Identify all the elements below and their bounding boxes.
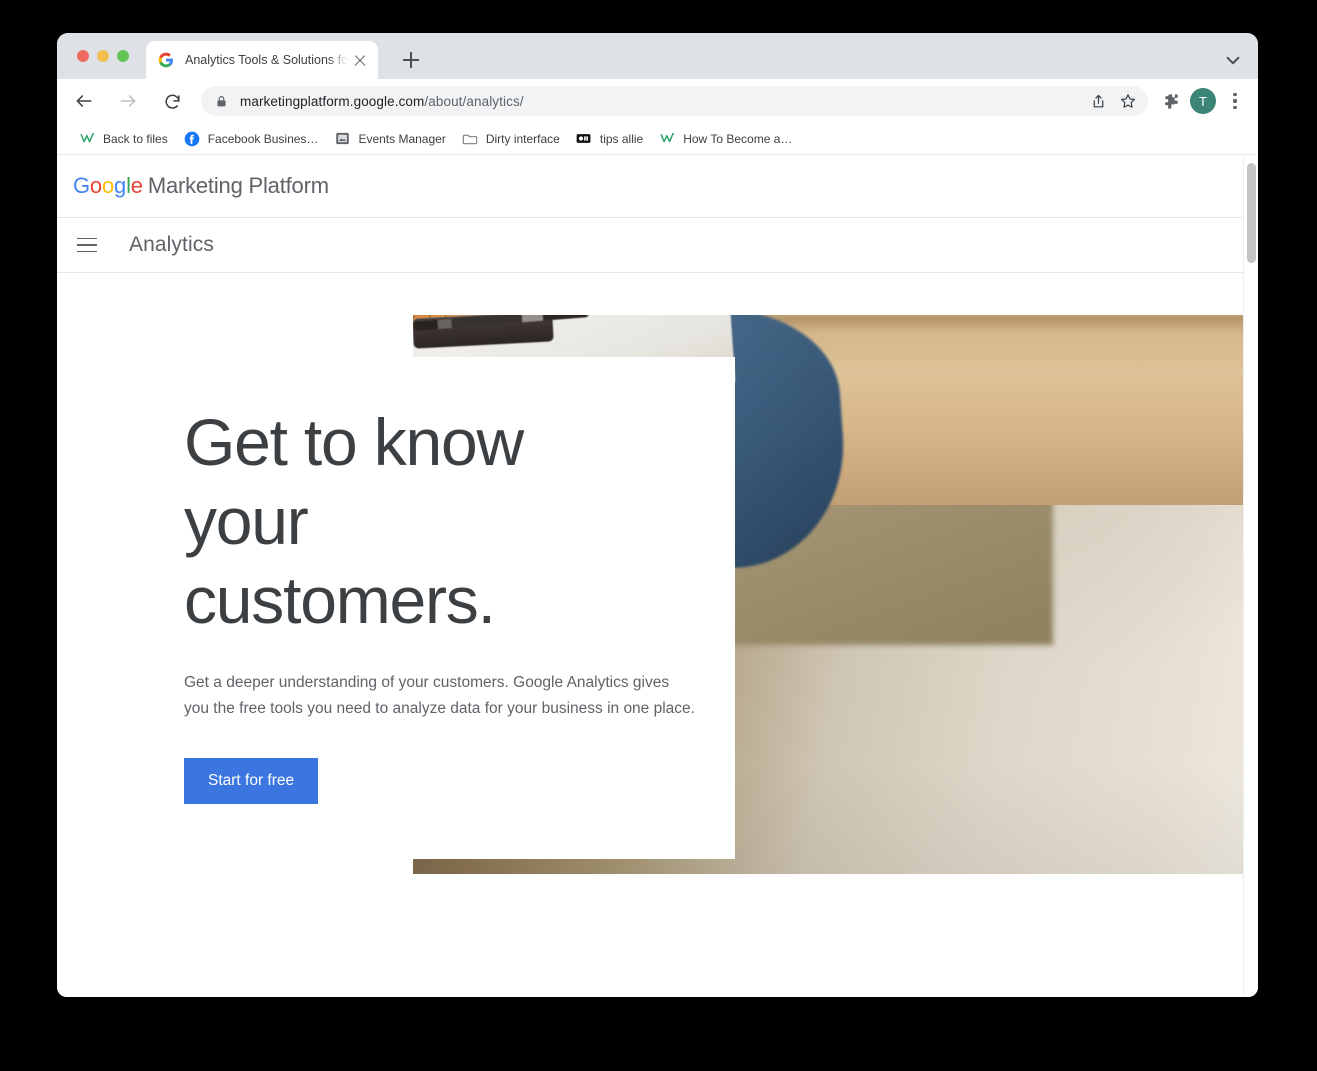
close-tab-icon[interactable] [352,52,368,68]
hero-section: Get to know your customers. Get a deeper… [57,273,1258,996]
wrike-icon [79,131,95,147]
kebab-menu-icon[interactable] [1222,87,1248,115]
bookmark-label: Dirty interface [485,131,560,146]
new-tab-button[interactable] [397,46,425,74]
bookmarks-bar: Back to files Facebook Busines… Events M… [57,123,1258,155]
hero-text-card: Get to know your customers. Get a deeper… [57,357,735,859]
url-text: marketingplatform.google.com/about/analy… [240,94,1084,109]
scrollbar-thumb[interactable] [1247,163,1256,263]
avatar[interactable]: T [1190,88,1216,114]
logo-letter-e: e [130,173,143,198]
browser-window: Analytics Tools & Solutions for marketin… [57,33,1258,997]
bookmark-how-to-become-a[interactable]: How To Become a… [651,127,800,151]
events-manager-icon [334,131,350,147]
chevron-down-icon[interactable] [1220,47,1246,73]
bookmark-dirty-interface[interactable]: Dirty interface [454,127,568,151]
url-domain: marketingplatform.google.com [240,93,425,109]
page-scrollbar[interactable] [1243,155,1258,997]
facebook-icon [184,131,200,147]
tips-allie-icon [576,131,592,147]
address-bar[interactable]: marketingplatform.google.com/about/analy… [201,86,1148,116]
minimize-window-button[interactable] [97,50,109,62]
bookmark-back-to-files[interactable]: Back to files [71,127,176,151]
start-for-free-button[interactable]: Start for free [184,758,319,804]
hamburger-menu-icon[interactable] [77,232,103,258]
bookmark-label: tips allie [599,131,644,146]
bookmark-events-manager[interactable]: Events Manager [326,127,453,151]
window-traffic-lights [77,50,129,62]
lock-icon [215,94,228,109]
bookmark-facebook-business[interactable]: Facebook Busines… [176,127,327,151]
browser-tab[interactable]: Analytics Tools & Solutions for [146,41,378,79]
zoom-window-button[interactable] [117,50,129,62]
puzzle-piece-icon[interactable] [1156,87,1184,115]
folder-icon [462,131,478,147]
share-icon[interactable] [1084,87,1112,115]
logo-letter-g2: g [114,173,127,198]
logo-letter-o2: o [101,173,115,198]
star-icon[interactable] [1114,87,1142,115]
logo-letter-g: G [73,173,90,198]
bookmark-label: How To Become a… [683,131,793,146]
google-marketing-platform-logo[interactable]: Google Marketing Platform [73,173,329,199]
hero-heading: Get to know your customers. [184,405,524,637]
tab-title: Analytics Tools & Solutions for [185,53,348,67]
toolbar-right-actions: T [1156,87,1248,115]
close-window-button[interactable] [77,50,89,62]
bookmark-tips-allie[interactable]: tips allie [568,127,651,151]
logo-suffix: Marketing Platform [147,173,329,198]
browser-toolbar: marketingplatform.google.com/about/analy… [57,79,1258,123]
page-title: Analytics [129,233,214,256]
product-nav-bar: Analytics [57,218,1258,273]
reload-icon[interactable] [157,86,187,116]
gmp-header: Google Marketing Platform [57,155,1258,218]
wrike-icon [659,131,675,147]
logo-letter-o1: o [89,173,102,198]
back-arrow-icon[interactable] [69,86,99,116]
omnibox-actions [1084,87,1142,115]
url-path: /about/analytics/ [424,93,524,109]
bookmark-label: Back to files [103,131,168,146]
page-viewport: Google Marketing Platform Analytics Get … [57,155,1258,997]
bookmark-label: Events Manager [358,131,446,146]
google-favicon-icon [158,52,174,68]
bookmark-label: Facebook Busines… [207,131,319,146]
forward-arrow-icon [113,86,143,116]
tab-strip: Analytics Tools & Solutions for [57,33,1258,79]
hero-subheading: Get a deeper understanding of your custo… [184,674,695,717]
